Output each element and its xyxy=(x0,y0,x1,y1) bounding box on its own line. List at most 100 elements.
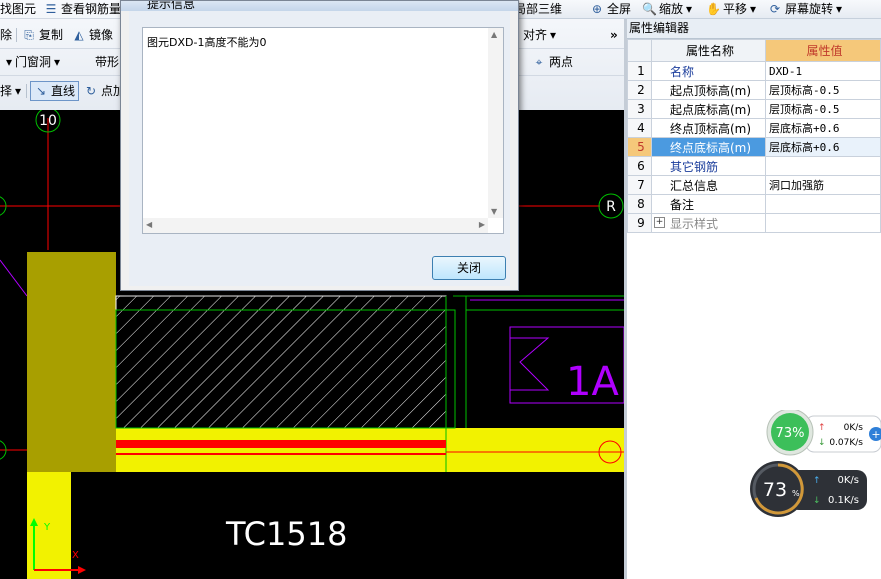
property-value[interactable]: 层底标高+0.6 xyxy=(765,137,881,157)
mirror-icon: ◭ xyxy=(74,28,84,42)
dropdown-arrow-icon: ▾ xyxy=(836,2,843,16)
header-property-name: 属性名称 xyxy=(651,39,766,62)
row-number: 4 xyxy=(627,118,652,138)
widget1-download: 0.07K/s xyxy=(829,438,863,448)
pan-hand-icon: ✋ xyxy=(706,2,721,16)
section-label-1a: 1A xyxy=(566,359,619,405)
close-button[interactable]: 关闭 xyxy=(432,256,506,280)
property-value[interactable] xyxy=(765,156,881,176)
point-add-button[interactable]: ↻ 点加 xyxy=(84,82,125,100)
zoom-button[interactable]: 🔍 缩放 ▾ xyxy=(642,0,692,18)
zoom-label: 缩放 xyxy=(659,2,684,16)
align-label: 对齐 xyxy=(523,28,548,42)
download-arrow-icon: ↓ xyxy=(818,438,826,448)
widget1-percent: 73% xyxy=(776,426,805,441)
delete-button[interactable]: 除 xyxy=(0,26,12,44)
more-button[interactable]: » xyxy=(610,26,618,44)
row-number: 1 xyxy=(627,61,652,81)
dialog-body: 图元DXD-1高度不能为0 ▲ ▼ ◀ ▶ 关闭 xyxy=(129,11,510,286)
row-number: 8 xyxy=(627,194,652,214)
door-window-label: 门窗洞 xyxy=(15,55,52,69)
property-name: 终点底标高(m) xyxy=(651,137,766,157)
hatched-opening xyxy=(115,295,447,429)
network-speed-widget-2[interactable]: 73 % ↑ 0K/s ↓ 0.1K/s xyxy=(749,460,869,518)
fullscreen-button[interactable]: ⊕ 全屏 xyxy=(590,0,631,18)
find-element-button[interactable]: 找图元 xyxy=(0,0,36,18)
copy-label: 复制 xyxy=(39,28,64,42)
header-property-value: 属性值 xyxy=(765,39,881,62)
plus-icon: + xyxy=(871,428,880,441)
scroll-left-icon[interactable]: ◀ xyxy=(146,220,152,229)
property-table: 属性名称 属性值 1 名称 DXD-1 2 起点顶标高(m) 层顶标高-0.5 … xyxy=(627,39,881,233)
mirror-button[interactable]: ◭ 镜像 xyxy=(72,26,113,44)
table-row[interactable]: 7 汇总信息 洞口加强筋 xyxy=(627,175,881,195)
property-value[interactable]: 层底标高+0.6 xyxy=(765,118,881,138)
align-button[interactable]: 对齐 ▾ xyxy=(523,26,556,44)
row-number: 5 xyxy=(627,137,652,157)
dialog-title: 提示信息 xyxy=(147,1,196,11)
strip-opening-button[interactable]: 带形 xyxy=(95,53,119,71)
property-name: 汇总信息 xyxy=(651,175,766,195)
table-row[interactable]: 1 名称 DXD-1 xyxy=(627,61,881,81)
property-name[interactable]: + 显示样式 xyxy=(651,213,766,233)
magenta-line xyxy=(0,259,28,297)
table-row-selected[interactable]: 5 终点底标高(m) 层底标高+0.6 xyxy=(627,137,881,157)
message-textbox[interactable]: 图元DXD-1高度不能为0 ▲ ▼ ◀ ▶ xyxy=(142,27,504,234)
network-speed-widget-1[interactable]: 73% ↑ 0K/s ↓ 0.07K/s + xyxy=(766,408,881,458)
line-label: 直线 xyxy=(51,84,76,98)
pan-label: 平移 xyxy=(723,2,748,16)
strip-opening-label: 带形 xyxy=(95,55,120,69)
copy-button[interactable]: ⎘ 复制 xyxy=(22,26,63,44)
widget2-download: 0.1K/s xyxy=(828,495,859,506)
property-value[interactable] xyxy=(765,194,881,214)
delete-label: 除 xyxy=(0,28,13,42)
property-value[interactable]: DXD-1 xyxy=(765,61,881,81)
property-value[interactable]: 洞口加强筋 xyxy=(765,175,881,195)
scroll-down-icon[interactable]: ▼ xyxy=(491,207,497,216)
horizontal-scrollbar[interactable]: ◀ ▶ xyxy=(143,218,488,233)
rotate-screen-button[interactable]: ⟳ 屏幕旋转 ▾ xyxy=(768,0,842,18)
property-name: 名称 xyxy=(651,61,766,81)
expand-plus-icon[interactable]: + xyxy=(654,217,665,228)
property-value[interactable]: 层顶标高-0.5 xyxy=(765,80,881,100)
table-row[interactable]: 4 终点顶标高(m) 层底标高+0.6 xyxy=(627,118,881,138)
point-add-icon: ↻ xyxy=(85,84,97,98)
axis-label-10: 10 xyxy=(39,113,57,129)
fullscreen-label: 全屏 xyxy=(607,2,632,16)
line-button[interactable]: ↘ 直线 xyxy=(30,81,80,101)
property-value[interactable]: 层顶标高-0.5 xyxy=(765,99,881,119)
find-element-label: 找图元 xyxy=(0,2,37,16)
header-corner xyxy=(627,39,652,62)
vertical-scrollbar[interactable]: ▲ ▼ xyxy=(488,28,503,218)
upload-arrow-icon: ↑ xyxy=(813,476,821,486)
table-row[interactable]: 3 起点底标高(m) 层顶标高-0.5 xyxy=(627,99,881,119)
dialog-titlebar[interactable]: 提示信息 xyxy=(121,1,518,11)
pan-button[interactable]: ✋ 平移 ▾ xyxy=(706,0,756,18)
upload-arrow-icon: ↑ xyxy=(818,423,826,433)
more-label: » xyxy=(610,28,618,42)
dropdown-arrow-icon: ▾ xyxy=(6,55,13,69)
table-row[interactable]: 8 备注 xyxy=(627,194,881,214)
view-rebar-button[interactable]: ☰ 查看钢筋量 xyxy=(44,0,121,18)
view-toolbar: 局部三维 ⊕ 全屏 🔍 缩放 ▾ ✋ 平移 ▾ ⟳ 屏幕旋转 ▾ xyxy=(510,0,881,19)
ucs-x-arrow xyxy=(78,566,86,574)
table-row[interactable]: 2 起点顶标高(m) 层顶标高-0.5 xyxy=(627,80,881,100)
select-button[interactable]: 择 ▾ xyxy=(0,82,21,100)
magenta-arrow xyxy=(510,337,550,391)
row-number: 2 xyxy=(627,80,652,100)
dropdown-arrow-icon: ▾ xyxy=(54,55,61,69)
widget1-upload: 0K/s xyxy=(844,423,864,433)
panel-title: 属性编辑器 xyxy=(627,19,881,39)
local-3d-label: 局部三维 xyxy=(514,2,563,16)
table-row[interactable]: 6 其它钢筋 xyxy=(627,156,881,176)
widget2-graphic: 73 % ↑ 0K/s ↓ 0.1K/s xyxy=(750,461,867,517)
property-value[interactable] xyxy=(765,213,881,233)
door-window-select[interactable]: ▾ 门窗洞 ▾ xyxy=(6,53,60,71)
property-name: 起点底标高(m) xyxy=(651,99,766,119)
scroll-right-icon[interactable]: ▶ xyxy=(479,220,485,229)
table-row[interactable]: 9 + 显示样式 xyxy=(627,213,881,233)
two-points-button[interactable]: ⌖ 两点 xyxy=(532,53,573,71)
local-3d-button[interactable]: 局部三维 xyxy=(514,0,562,18)
scroll-up-icon[interactable]: ▲ xyxy=(491,30,497,39)
property-name: 终点顶标高(m) xyxy=(651,118,766,138)
